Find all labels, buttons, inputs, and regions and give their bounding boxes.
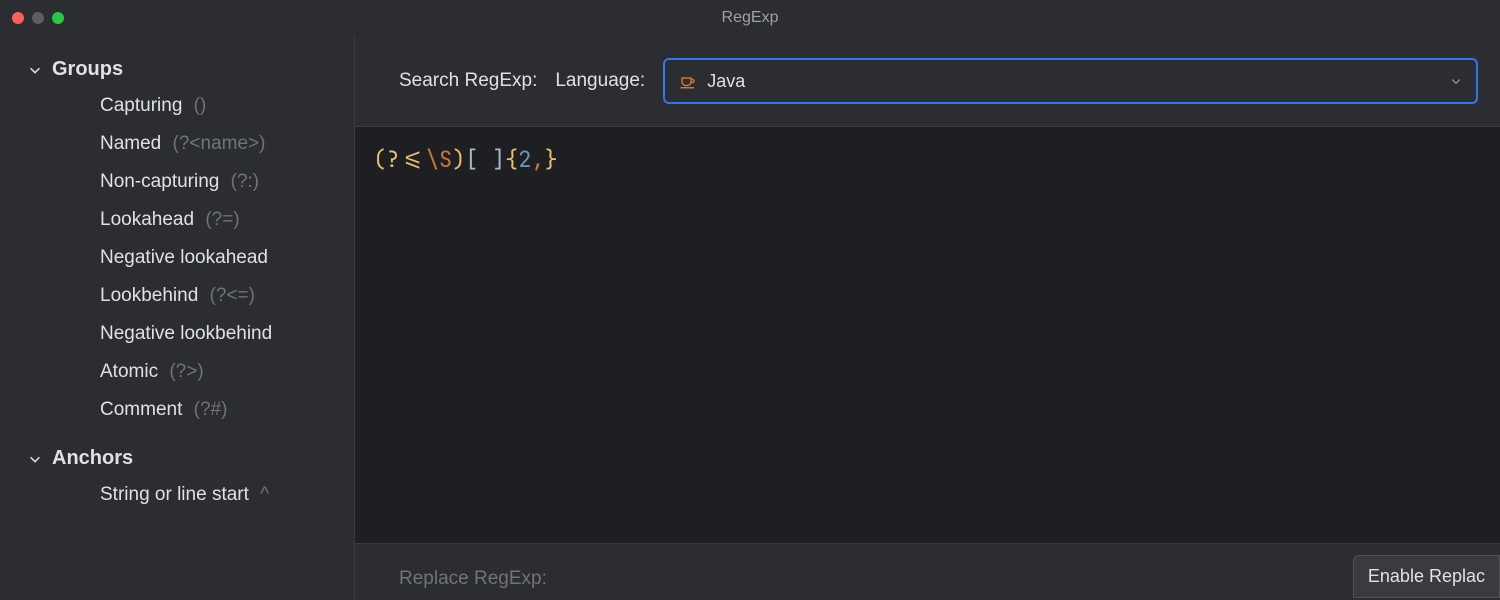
regex-token: { bbox=[505, 145, 518, 174]
tree-item-label: String or line start bbox=[100, 484, 249, 505]
tree-item-label: Atomic bbox=[100, 361, 158, 382]
window-title: RegExp bbox=[722, 9, 779, 27]
replace-regexp-label: Replace RegExp: bbox=[399, 568, 547, 590]
tree-item-capturing[interactable]: Capturing () bbox=[0, 87, 354, 125]
language-select[interactable]: Java bbox=[663, 58, 1478, 104]
footer-row: Replace RegExp: bbox=[355, 544, 1500, 600]
tree-item-negative-lookahead[interactable]: Negative lookahead bbox=[0, 239, 354, 277]
tree-group-anchors: Anchors String or line start ^ bbox=[0, 435, 354, 520]
sidebar: Groups Capturing () Named (?<name>) Non-… bbox=[0, 36, 355, 600]
tree-item-label: Lookbehind bbox=[100, 285, 198, 306]
tree-item-label: Negative lookahead bbox=[100, 247, 268, 268]
tree-item-label: Lookahead bbox=[100, 209, 194, 230]
tree-item-atomic[interactable]: Atomic (?>) bbox=[0, 353, 354, 391]
regex-token: 2 bbox=[518, 145, 531, 174]
tree-group-groups: Groups Capturing () Named (?<name>) Non-… bbox=[0, 46, 354, 435]
chevron-down-icon bbox=[28, 63, 42, 77]
tree-header-label: Anchors bbox=[52, 447, 133, 470]
regex-token: , bbox=[531, 145, 544, 174]
close-window-button[interactable] bbox=[12, 12, 24, 24]
tree-item-hint: (?<=) bbox=[210, 285, 255, 306]
tree-item-hint: (?:) bbox=[231, 171, 260, 192]
tree-item-label: Comment bbox=[100, 399, 182, 420]
tree-item-hint: ^ bbox=[260, 484, 269, 505]
enable-replace-button[interactable]: Enable Replac bbox=[1353, 555, 1500, 598]
tree-item-lookahead[interactable]: Lookahead (?=) bbox=[0, 201, 354, 239]
header-row: Search RegExp: Language: Java bbox=[355, 36, 1500, 126]
tree-header-label: Groups bbox=[52, 58, 123, 81]
titlebar: RegExp bbox=[0, 0, 1500, 36]
tree-item-label: Non-capturing bbox=[100, 171, 219, 192]
regex-token: (?<= bbox=[373, 145, 426, 174]
chevron-down-icon bbox=[1450, 75, 1462, 87]
tree-item-hint: (?#) bbox=[194, 399, 228, 420]
regex-token: [ ] bbox=[465, 145, 505, 174]
tree-item-non-capturing[interactable]: Non-capturing (?:) bbox=[0, 163, 354, 201]
tree-item-hint: () bbox=[194, 95, 207, 116]
minimize-window-button[interactable] bbox=[32, 12, 44, 24]
language-label: Language: bbox=[555, 70, 645, 92]
regex-token: \S bbox=[426, 145, 452, 174]
regex-editor[interactable]: (?<=\S)[ ]{2,} bbox=[355, 126, 1500, 544]
chevron-down-icon bbox=[28, 452, 42, 466]
tree-item-hint: (?>) bbox=[169, 361, 203, 382]
language-value: Java bbox=[707, 71, 745, 92]
tree-item-label: Capturing bbox=[100, 95, 182, 116]
content: Groups Capturing () Named (?<name>) Non-… bbox=[0, 36, 1500, 600]
regex-token: ) bbox=[452, 145, 465, 174]
traffic-lights bbox=[12, 12, 64, 24]
tree-item-lookbehind[interactable]: Lookbehind (?<=) bbox=[0, 277, 354, 315]
maximize-window-button[interactable] bbox=[52, 12, 64, 24]
main: Search RegExp: Language: Java (?<=\S)[ ]… bbox=[355, 36, 1500, 600]
tree-item-negative-lookbehind[interactable]: Negative lookbehind bbox=[0, 315, 354, 353]
tree-item-hint: (?<name>) bbox=[173, 133, 266, 154]
tree-header-anchors[interactable]: Anchors bbox=[0, 441, 354, 476]
tree-item-named[interactable]: Named (?<name>) bbox=[0, 125, 354, 163]
tree-item-comment[interactable]: Comment (?#) bbox=[0, 391, 354, 429]
tree-item-label: Named bbox=[100, 133, 161, 154]
java-icon bbox=[679, 72, 697, 90]
regex-token: } bbox=[545, 145, 558, 174]
search-regexp-label: Search RegExp: bbox=[399, 70, 537, 92]
tree-item-label: Negative lookbehind bbox=[100, 323, 272, 344]
tree-item-string-start[interactable]: String or line start ^ bbox=[0, 476, 354, 514]
tree-item-hint: (?=) bbox=[205, 209, 239, 230]
tree-header-groups[interactable]: Groups bbox=[0, 52, 354, 87]
